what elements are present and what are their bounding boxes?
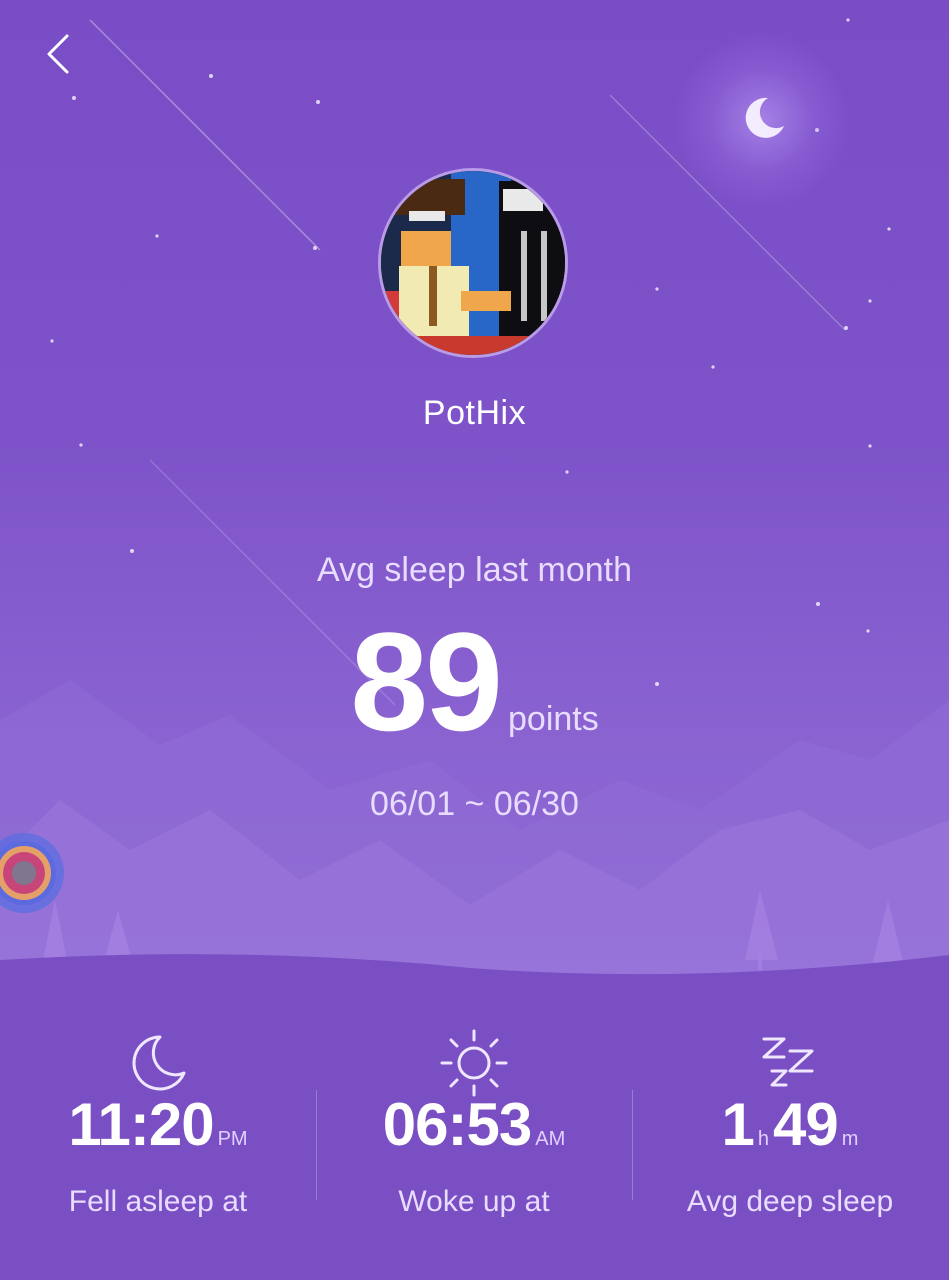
stat-woke-up[interactable]: 06:53 AM Woke up at	[316, 985, 632, 1280]
sleep-summary-scene: PotHix Avg sleep last month 89 points 06/…	[0, 0, 949, 985]
deep-sleep-hours: 1	[721, 1091, 755, 1158]
deep-sleep-value: 1 h49 m	[632, 1090, 948, 1159]
sun-icon	[440, 1029, 508, 1097]
floating-ball-icon	[0, 833, 64, 913]
woke-up-time: 06:53	[382, 1091, 532, 1158]
woke-up-suffix: AM	[535, 1128, 566, 1150]
floating-assistant-ball[interactable]	[0, 828, 70, 918]
sleep-score-value: 89	[350, 603, 503, 760]
deep-sleep-minutes-unit: m	[841, 1128, 859, 1150]
fell-asleep-label: Fell asleep at	[68, 1185, 248, 1218]
woke-up-label: Woke up at	[398, 1185, 550, 1218]
chevron-left-icon	[47, 34, 69, 74]
crescent-moon-icon	[745, 97, 784, 138]
fell-asleep-time: 11:20	[68, 1091, 214, 1158]
stat-deep-sleep[interactable]: 1 h49 m Avg deep sleep	[632, 985, 948, 1280]
moon-icon	[132, 1035, 186, 1091]
avatar-image	[381, 171, 565, 355]
deep-sleep-hours-unit: h	[757, 1128, 770, 1150]
username: PotHix	[422, 394, 527, 432]
sleep-score: 89 points	[0, 612, 949, 752]
fell-asleep-value: 11:20 PM	[0, 1090, 316, 1159]
avg-sleep-label: Avg sleep last month	[317, 551, 632, 589]
deep-sleep-minutes: 49	[773, 1091, 839, 1158]
zzz-icon	[762, 1037, 814, 1087]
date-range: 06/01 ~ 06/30	[370, 785, 579, 823]
sleep-stats-bar: 11:20 PM Fell asleep at 06:53 AM Woke up a…	[0, 985, 949, 1280]
back-button[interactable]	[30, 26, 86, 82]
fell-asleep-suffix: PM	[217, 1128, 248, 1150]
deep-sleep-label: Avg deep sleep	[686, 1185, 894, 1218]
stat-fell-asleep[interactable]: 11:20 PM Fell asleep at	[0, 985, 316, 1280]
woke-up-value: 06:53 AM	[316, 1090, 632, 1159]
avatar[interactable]	[378, 168, 568, 358]
sleep-score-unit: points	[508, 700, 599, 738]
